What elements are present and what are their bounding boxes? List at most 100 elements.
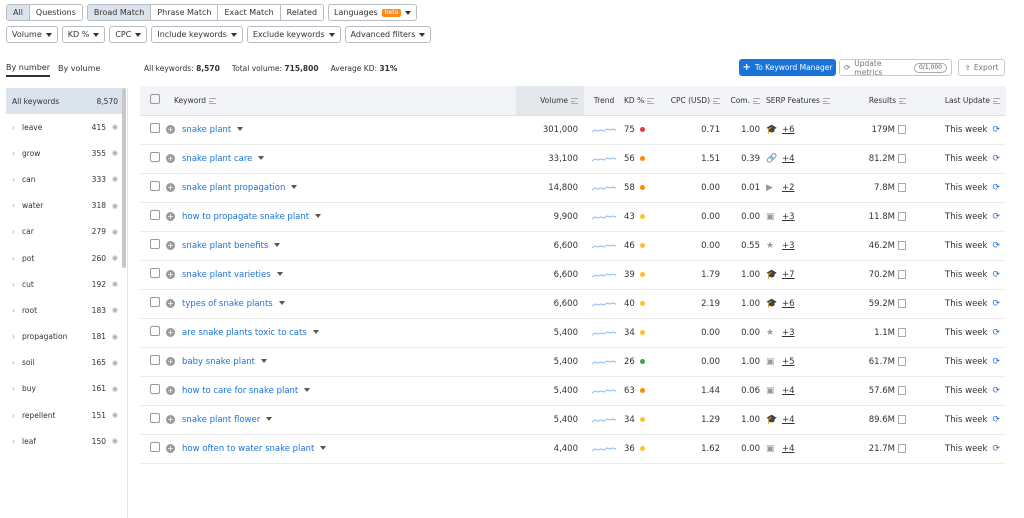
add-keyword-icon[interactable]: + [166,124,175,134]
tab-phrase-match[interactable]: Phrase Match [151,5,219,20]
eye-icon[interactable]: ◉ [106,149,118,157]
refresh-icon[interactable]: ⟳ [992,444,1000,454]
row-checkbox[interactable] [150,152,160,162]
row-checkbox[interactable] [150,442,160,452]
eye-icon[interactable]: ◉ [106,202,118,210]
group-item[interactable]: › cut 192 ◉ [6,271,122,297]
keyword-link[interactable]: how often to water snake plant [182,444,314,454]
group-item[interactable]: › car 279 ◉ [6,219,122,245]
row-checkbox[interactable] [150,384,160,394]
row-checkbox[interactable] [150,123,160,133]
languages-dropdown[interactable]: Languages beta [328,4,418,21]
refresh-icon[interactable]: ⟳ [992,357,1000,367]
eye-icon[interactable]: ◉ [106,306,118,314]
keyword-link[interactable]: snake plant [182,125,231,135]
add-keyword-icon[interactable]: + [166,298,175,308]
row-checkbox[interactable] [150,355,160,365]
refresh-icon[interactable]: ⟳ [992,386,1000,396]
col-com[interactable]: Com. [726,86,766,116]
eye-icon[interactable]: ◉ [106,333,118,341]
refresh-icon[interactable]: ⟳ [992,328,1000,338]
serp-more-link[interactable]: +4 [782,444,795,454]
add-keyword-icon[interactable]: + [166,443,175,453]
chevron-down-icon[interactable] [274,243,281,247]
chevron-down-icon[interactable] [261,359,267,363]
serp-more-link[interactable]: +3 [782,212,795,222]
sidebar-scrollbar[interactable] [122,88,126,268]
row-checkbox[interactable] [150,239,160,249]
row-checkbox[interactable] [150,413,160,423]
serp-more-link[interactable]: +4 [782,154,795,164]
to-keyword-manager-button[interactable]: + To Keyword Manager [739,59,836,76]
eye-icon[interactable]: ◉ [106,123,118,131]
serp-snapshot-icon[interactable] [898,414,906,424]
tab-all[interactable]: All [7,5,30,20]
add-keyword-icon[interactable]: + [166,414,175,424]
group-all-keywords[interactable]: All keywords 8,570 [6,88,122,114]
chevron-down-icon[interactable] [320,446,327,450]
col-serp-features[interactable]: SERP Features [766,86,844,116]
row-checkbox[interactable] [150,326,160,336]
filter-include-keywords[interactable]: Include keywords [151,26,243,43]
group-item[interactable]: › repellent 151 ◉ [6,402,122,428]
tab-related[interactable]: Related [280,5,324,20]
refresh-icon[interactable]: ⟳ [992,212,1000,222]
tab-by-volume[interactable]: By volume [58,64,100,76]
keyword-link[interactable]: snake plant care [182,154,252,164]
eye-icon[interactable]: ◉ [106,280,118,288]
serp-more-link[interactable]: +5 [782,357,795,367]
serp-more-link[interactable]: +3 [782,241,795,251]
group-item[interactable]: › leaf 150 ◉ [6,428,122,454]
group-item[interactable]: › propagation 181 ◉ [6,324,122,350]
group-item[interactable]: › pot 260 ◉ [6,245,122,271]
serp-snapshot-icon[interactable] [898,211,906,221]
row-checkbox[interactable] [150,268,160,278]
eye-icon[interactable]: ◉ [106,228,118,236]
row-checkbox[interactable] [150,297,160,307]
serp-more-link[interactable]: +4 [782,386,795,396]
chevron-down-icon[interactable] [237,127,244,131]
chevron-down-icon[interactable] [278,301,285,305]
eye-icon[interactable]: ◉ [106,254,118,262]
refresh-icon[interactable]: ⟳ [992,270,1000,280]
add-keyword-icon[interactable]: + [166,385,175,395]
serp-more-link[interactable]: +6 [782,125,795,135]
filter-exclude-keywords[interactable]: Exclude keywords [246,26,341,43]
col-last-update[interactable]: Last Update [912,86,1006,116]
serp-snapshot-icon[interactable] [898,327,906,337]
col-kd[interactable]: KD % [624,86,670,116]
keyword-link[interactable]: snake plant benefits [182,241,268,251]
serp-more-link[interactable]: +7 [782,270,795,280]
serp-more-link[interactable]: +3 [782,328,795,338]
serp-snapshot-icon[interactable] [898,240,906,250]
refresh-icon[interactable]: ⟳ [992,299,1000,309]
row-checkbox[interactable] [150,210,160,220]
keyword-link[interactable]: snake plant flower [182,415,260,425]
serp-snapshot-icon[interactable] [898,269,906,279]
eye-icon[interactable]: ◉ [106,359,118,367]
keyword-link[interactable]: snake plant propagation [182,183,285,193]
refresh-icon[interactable]: ⟳ [992,125,1000,135]
filter-advanced[interactable]: Advanced filters [344,26,432,43]
refresh-icon[interactable]: ⟳ [992,241,1000,251]
keyword-link[interactable]: how to propagate snake plant [182,212,309,222]
eye-icon[interactable]: ◉ [106,437,118,445]
filter-cpc[interactable]: CPC [109,26,148,43]
serp-snapshot-icon[interactable] [898,356,906,366]
chevron-down-icon[interactable] [304,388,311,392]
chevron-down-icon[interactable] [291,185,298,189]
group-item[interactable]: › grow 355 ◉ [6,140,122,166]
chevron-down-icon[interactable] [315,214,322,218]
chevron-down-icon[interactable] [266,417,273,421]
keyword-link[interactable]: baby snake plant [182,357,255,367]
add-keyword-icon[interactable]: + [166,327,175,337]
group-item[interactable]: › water 318 ◉ [6,193,122,219]
select-all-checkbox[interactable] [150,94,160,105]
keyword-link[interactable]: how to care for snake plant [182,386,298,396]
group-item[interactable]: › can 333 ◉ [6,166,122,192]
col-results[interactable]: Results [844,86,912,116]
add-keyword-icon[interactable]: + [166,240,175,250]
add-keyword-icon[interactable]: + [166,269,175,279]
keyword-link[interactable]: are snake plants toxic to cats [182,328,307,338]
filter-kd[interactable]: KD % [61,26,106,43]
